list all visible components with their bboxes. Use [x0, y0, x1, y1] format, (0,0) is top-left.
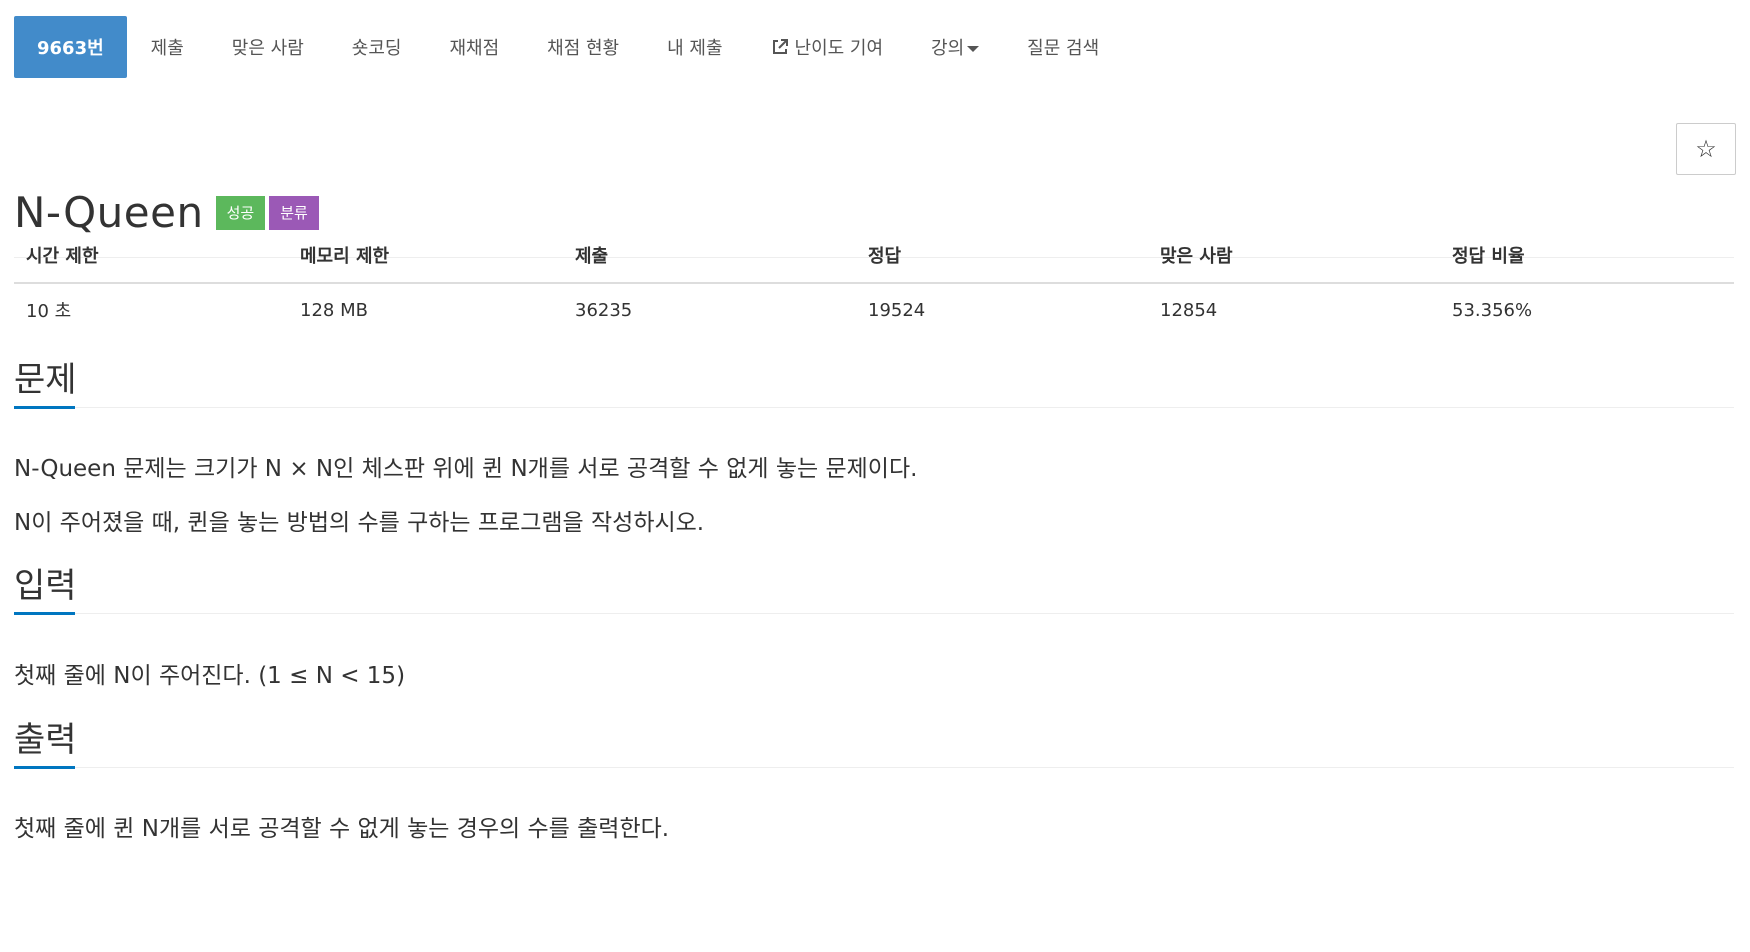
tab-my-submissions[interactable]: 내 제출 [643, 16, 746, 78]
header-memory-limit: 메모리 제한 [300, 246, 390, 267]
value-submissions: 36235 [575, 299, 633, 321]
value-accept-ratio: 53.356% [1452, 299, 1533, 321]
input-description: 첫째 줄에 N이 주어진다. (1 ≤ N < 15) [14, 663, 406, 689]
header-time-limit: 시간 제한 [26, 246, 99, 267]
tab-lectures[interactable]: 강의 [907, 16, 1003, 78]
tab-label: 질문 검색 [1027, 38, 1100, 59]
tab-difficulty-contribution[interactable]: 난이도 기여 [747, 16, 908, 78]
tab-label: 채점 현황 [547, 38, 620, 59]
tab-accepted-users[interactable]: 맞은 사람 [208, 16, 328, 78]
tab-label: 숏코딩 [351, 38, 402, 59]
tab-label: 9663번 [37, 38, 104, 59]
section-underline [14, 406, 75, 409]
section-title: 입력 [14, 566, 77, 606]
tab-label: 재채점 [449, 38, 500, 59]
value-memory-limit: 128 MB [300, 299, 368, 321]
problem-menu-tabs: 9663번 제출 맞은 사람 숏코딩 재채점 채점 현황 내 제출 난이도 기여… [14, 16, 1734, 78]
value-time-limit: 10 초 [26, 301, 72, 322]
section-underline [14, 766, 75, 769]
tab-status[interactable]: 채점 현황 [523, 16, 643, 78]
tab-question-search[interactable]: 질문 검색 [1003, 16, 1123, 78]
header-accept-ratio: 정답 비율 [1452, 246, 1525, 267]
section-title: 문제 [14, 360, 77, 400]
problem-info-table: 시간 제한 메모리 제한 제출 정답 맞은 사람 정답 비율 10 초 128 … [14, 228, 1734, 336]
page-container: 9663번 제출 맞은 사람 숏코딩 재채점 채점 현황 내 제출 난이도 기여… [14, 16, 1734, 258]
header-submissions: 제출 [575, 246, 609, 267]
header-correct: 정답 [868, 246, 902, 267]
tab-label: 제출 [150, 38, 184, 59]
star-icon: ☆ [1695, 135, 1717, 163]
problem-description-line-1: N-Queen 문제는 크기가 N × N인 체스판 위에 퀸 N개를 서로 공… [14, 456, 918, 482]
tab-rejudge[interactable]: 재채점 [425, 16, 523, 78]
value-correct: 19524 [868, 299, 926, 321]
tab-label: 강의 [931, 38, 965, 59]
tab-submit[interactable]: 제출 [127, 16, 208, 78]
tab-label: 내 제출 [667, 38, 723, 59]
problem-section-heading: 문제 [14, 356, 1734, 409]
tab-label: 난이도 기여 [794, 38, 884, 59]
section-underline [14, 612, 75, 615]
section-title: 출력 [14, 720, 77, 760]
value-accepted-users: 12854 [1160, 299, 1218, 321]
table-header-row: 시간 제한 메모리 제한 제출 정답 맞은 사람 정답 비율 [14, 228, 1734, 284]
tab-label: 맞은 사람 [231, 38, 304, 59]
external-link-icon [772, 39, 788, 54]
table-row: 10 초 128 MB 36235 19524 12854 53.356% [14, 284, 1734, 336]
input-section-heading: 입력 [14, 562, 1734, 615]
output-description: 첫째 줄에 퀸 N개를 서로 공격할 수 없게 놓는 경우의 수를 출력한다. [14, 816, 670, 842]
problem-description-line-2: N이 주어졌을 때, 퀸을 놓는 방법의 수를 구하는 프로그램을 작성하시오. [14, 510, 705, 536]
category-badge[interactable]: 분류 [269, 195, 319, 230]
output-section-heading: 출력 [14, 716, 1734, 769]
caret-down-icon [967, 45, 980, 52]
favorite-star-button[interactable]: ☆ [1676, 123, 1736, 175]
header-accepted-users: 맞은 사람 [1160, 246, 1233, 267]
tab-short-coding[interactable]: 숏코딩 [328, 16, 426, 78]
tab-problem-number[interactable]: 9663번 [14, 16, 127, 78]
status-badge: 성공 [215, 195, 266, 230]
